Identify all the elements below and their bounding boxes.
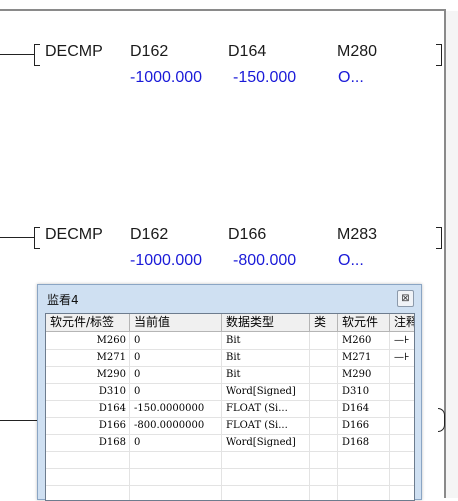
column-header-class[interactable]: 类 — [310, 314, 338, 331]
empty-row[interactable] — [46, 485, 414, 500]
operand-1-monitor-value: -1000.000 — [130, 252, 203, 269]
rung-wire — [0, 237, 34, 238]
row-label: D310 — [46, 383, 130, 400]
row-class — [310, 366, 338, 383]
rung-wire — [0, 54, 34, 55]
operand-2-monitor-value: -150.000 — [233, 69, 297, 86]
row-class — [310, 434, 338, 451]
column-header-device-label[interactable]: 软元件/标签 — [46, 314, 130, 331]
row-value[interactable]: 0 — [130, 383, 222, 400]
table-row[interactable]: D164 -150.0000000 FLOAT (Si... D164 — [46, 400, 414, 418]
ladder-rung[interactable]: DECMP D162 D164 M280 -1000.000 -150.000 … — [0, 40, 458, 110]
row-device: D164 — [338, 400, 390, 417]
row-comment: —⊦ — [394, 335, 410, 346]
instruction-left-bracket — [34, 227, 40, 249]
watch-table[interactable]: 软元件/标签 当前值 数据类型 类 软元件 注释 M260 0 Bit M260… — [45, 313, 415, 501]
row-class — [310, 349, 338, 366]
row-comment: —⊦ — [394, 352, 410, 363]
row-type: Bit — [222, 349, 310, 366]
column-header-device[interactable]: 软元件 — [338, 314, 390, 331]
ladder-rung[interactable]: DECMP D162 D166 M283 -1000.000 -800.000 … — [0, 223, 458, 293]
row-device: M290 — [338, 366, 390, 383]
row-comment — [390, 366, 414, 383]
row-comment — [390, 383, 414, 400]
rung-wire — [0, 420, 38, 421]
column-header-current-value[interactable]: 当前值 — [130, 314, 222, 331]
instruction-name[interactable]: DECMP — [45, 226, 103, 244]
row-value[interactable]: 0 — [130, 349, 222, 366]
watch-window-title: 监看4 — [47, 293, 79, 307]
close-icon[interactable]: ⊠ — [397, 290, 414, 307]
row-device: D310 — [338, 383, 390, 400]
row-comment — [390, 417, 414, 434]
row-label: D164 — [46, 400, 130, 417]
row-type: Word[Signed] — [222, 383, 310, 400]
coil-right-bracket — [438, 408, 445, 432]
row-label: M271 — [46, 349, 130, 366]
row-type: Bit — [222, 366, 310, 383]
instruction-right-bracket — [436, 44, 442, 66]
instruction-right-bracket — [436, 227, 442, 249]
row-value[interactable]: 0 — [130, 366, 222, 383]
table-row[interactable]: M271 0 Bit M271 —⊦ — [46, 349, 414, 367]
row-type: FLOAT (Si... — [222, 400, 310, 417]
operand-1[interactable]: D162 — [130, 226, 168, 244]
row-value[interactable]: -800.0000000 — [130, 417, 222, 434]
empty-row[interactable] — [46, 468, 414, 486]
operand-3-monitor-value: O... — [338, 69, 364, 86]
row-class — [310, 417, 338, 434]
operand-3[interactable]: M283 — [337, 226, 377, 244]
watch-window[interactable]: 监看4 ⊠ 软元件/标签 当前值 数据类型 类 软元件 注释 M260 0 Bi… — [37, 284, 422, 501]
row-class — [310, 332, 338, 349]
empty-row[interactable] — [46, 451, 414, 469]
row-label: M290 — [46, 366, 130, 383]
row-class — [310, 400, 338, 417]
row-value[interactable]: -150.0000000 — [130, 400, 222, 417]
operand-1-monitor-value: -1000.000 — [130, 69, 203, 86]
operand-2-monitor-value: -800.000 — [233, 252, 297, 269]
row-type: Bit — [222, 332, 310, 349]
row-comment — [390, 400, 414, 417]
row-device: D166 — [338, 417, 390, 434]
row-type: FLOAT (Si... — [222, 417, 310, 434]
row-label: D166 — [46, 417, 130, 434]
row-device: M260 — [338, 332, 390, 349]
row-type: Word[Signed] — [222, 434, 310, 451]
operand-3[interactable]: M280 — [337, 43, 377, 61]
operand-2[interactable]: D164 — [228, 43, 266, 61]
row-class — [310, 383, 338, 400]
row-device: D168 — [338, 434, 390, 451]
row-value[interactable]: 0 — [130, 332, 222, 349]
row-comment — [390, 434, 414, 451]
table-row[interactable]: M290 0 Bit M290 — [46, 366, 414, 384]
table-row[interactable]: D166 -800.0000000 FLOAT (Si... D166 — [46, 417, 414, 435]
row-label: M260 — [46, 332, 130, 349]
operand-3-monitor-value: O... — [338, 252, 364, 269]
row-value[interactable]: 0 — [130, 434, 222, 451]
table-header: 软元件/标签 当前值 数据类型 类 软元件 注释 — [46, 314, 414, 332]
table-row[interactable]: M260 0 Bit M260 —⊦ — [46, 332, 414, 350]
table-row[interactable]: D310 0 Word[Signed] D310 — [46, 383, 414, 401]
operand-2[interactable]: D166 — [228, 226, 266, 244]
column-header-data-type[interactable]: 数据类型 — [222, 314, 310, 331]
row-label: D168 — [46, 434, 130, 451]
row-device: M271 — [338, 349, 390, 366]
column-header-comment[interactable]: 注释 — [390, 314, 414, 331]
operand-1[interactable]: D162 — [130, 43, 168, 61]
table-row[interactable]: D168 0 Word[Signed] D168 — [46, 434, 414, 452]
watch-window-titlebar[interactable]: 监看4 ⊠ — [38, 285, 421, 311]
rung-divider — [0, 9, 446, 11]
instruction-name[interactable]: DECMP — [45, 43, 103, 61]
instruction-left-bracket — [34, 44, 40, 66]
